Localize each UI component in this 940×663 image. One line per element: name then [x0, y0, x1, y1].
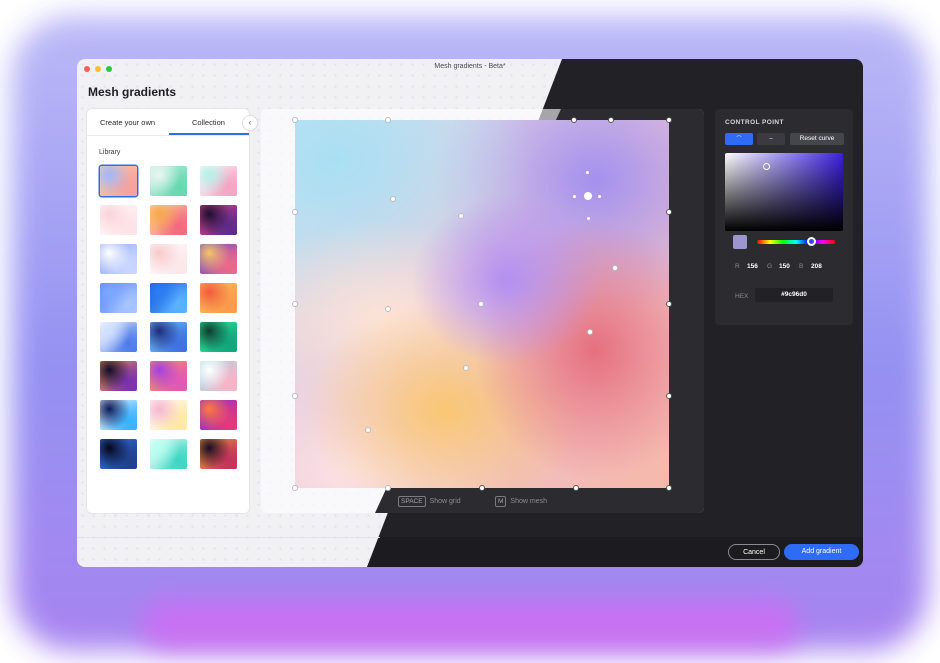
mesh-corner-handle[interactable] [666, 117, 672, 123]
cancel-button[interactable]: Cancel [728, 544, 780, 560]
mesh-control-point[interactable] [612, 265, 618, 271]
color-swatch [733, 235, 747, 249]
hue-slider[interactable] [757, 240, 835, 244]
gradient-thumbnail[interactable] [150, 283, 187, 313]
gradient-thumbnail[interactable] [200, 400, 237, 430]
green-label: G [767, 263, 773, 270]
app-window: Mesh gradients - Beta* Mesh gradients Cr… [77, 59, 863, 567]
gradient-thumbnail[interactable] [200, 322, 237, 352]
mesh-edge-handle[interactable] [666, 209, 672, 215]
mesh-corner-handle[interactable] [666, 485, 672, 491]
hex-input[interactable]: #9c96d0 [755, 288, 833, 302]
gradient-thumbnail[interactable] [100, 400, 137, 430]
hue-slider-knob[interactable] [807, 237, 816, 246]
mesh-edge-handle[interactable] [666, 393, 672, 399]
control-point-title: CONTROL POINT [725, 119, 784, 126]
mesh-edge-handle[interactable] [292, 301, 298, 307]
mesh-control-point[interactable] [385, 306, 391, 312]
tangent-handle[interactable] [598, 195, 601, 198]
gradient-thumbnail[interactable] [100, 283, 137, 313]
gradient-thumbnail-grid [100, 166, 240, 469]
gradient-thumbnail[interactable] [150, 400, 187, 430]
gradient-thumbnail[interactable] [200, 244, 237, 274]
gradient-thumbnail[interactable] [150, 439, 187, 469]
saturation-brightness-picker[interactable] [725, 153, 843, 231]
mesh-control-point[interactable] [478, 301, 484, 307]
tab-create-your-own[interactable]: Create your own [100, 118, 155, 127]
gradient-thumbnail[interactable] [100, 361, 137, 391]
hex-label: HEX [735, 293, 749, 300]
mesh-control-point[interactable] [587, 329, 593, 335]
window-title: Mesh gradients - Beta* [434, 63, 506, 70]
hint-label: Show mesh [510, 498, 547, 505]
selected-control-point[interactable] [584, 192, 592, 200]
mesh-edge-handle[interactable] [292, 209, 298, 215]
tab-collection[interactable]: Collection [192, 118, 225, 127]
bezier-mode-button[interactable]: ⌒ [725, 133, 753, 145]
mesh-edge-handle[interactable] [479, 485, 485, 491]
hint-show-mesh: M Show mesh [495, 496, 547, 507]
gradient-thumbnail[interactable] [150, 166, 187, 196]
gradient-thumbnail[interactable] [100, 322, 137, 352]
smooth-mode-button[interactable]: ∽ [757, 133, 785, 145]
smooth-mode-icon: ∽ [768, 136, 774, 142]
gradient-thumbnail[interactable] [150, 205, 187, 235]
gradient-thumbnail[interactable] [200, 283, 237, 313]
gradient-thumbnail[interactable] [200, 166, 237, 196]
mesh-control-point[interactable] [463, 365, 469, 371]
red-label: R [735, 263, 740, 270]
mesh-edge-handle[interactable] [573, 485, 579, 491]
blue-value-field[interactable]: 208 [811, 263, 831, 270]
gradient-thumbnail[interactable] [150, 322, 187, 352]
gradient-thumbnail[interactable] [100, 166, 137, 196]
mesh-corner-handle[interactable] [292, 117, 298, 123]
gradient-thumbnail[interactable] [150, 244, 187, 274]
m-key-badge: M [495, 496, 507, 507]
color-picker-cursor[interactable] [763, 163, 770, 170]
library-label: Library [99, 149, 121, 156]
mesh-edge-handle[interactable] [608, 117, 614, 123]
space-key-badge: SPACE [398, 496, 426, 507]
hint-show-grid: SPACE Show grid [398, 496, 461, 507]
tangent-handle[interactable] [586, 171, 589, 174]
gradient-thumbnail[interactable] [200, 361, 237, 391]
mesh-edge-handle[interactable] [385, 117, 391, 123]
mesh-corner-handle[interactable] [292, 485, 298, 491]
mesh-control-point[interactable] [458, 213, 464, 219]
gradient-thumbnail[interactable] [200, 205, 237, 235]
mesh-edge-handle[interactable] [292, 393, 298, 399]
background-glow-bottom [140, 600, 800, 650]
tangent-handle[interactable] [573, 195, 576, 198]
collapse-panel-button[interactable]: ‹ [243, 116, 257, 130]
gradient-library-panel: Create your own Collection ‹ Library [87, 109, 257, 513]
hint-label: Show grid [429, 498, 461, 505]
bezier-mode-icon: ⌒ [736, 136, 742, 142]
control-point-panel: CONTROL POINT ⌒ ∽ Reset curve R 156 G 15… [715, 109, 853, 325]
mesh-edge-handle[interactable] [666, 301, 672, 307]
green-value-field[interactable]: 150 [779, 263, 799, 270]
tab-bar: Create your own Collection [87, 109, 249, 136]
mesh-control-point[interactable] [390, 196, 396, 202]
mesh-control-point[interactable] [365, 427, 371, 433]
red-value-field[interactable]: 156 [747, 263, 767, 270]
reset-curve-button[interactable]: Reset curve [790, 133, 844, 145]
blue-label: B [799, 263, 804, 270]
gradient-thumbnail[interactable] [100, 244, 137, 274]
add-gradient-button[interactable]: Add gradient [784, 544, 859, 560]
active-tab-indicator [169, 133, 249, 135]
rgb-values: R 156 G 150 B 208 [735, 263, 831, 270]
tangent-handle[interactable] [587, 217, 590, 220]
gradient-thumbnail[interactable] [200, 439, 237, 469]
mesh-edge-handle[interactable] [385, 485, 391, 491]
gradient-thumbnail[interactable] [150, 361, 187, 391]
chevron-left-icon: ‹ [248, 117, 252, 127]
page-title: Mesh gradients [88, 85, 177, 99]
mesh-edge-handle[interactable] [571, 117, 577, 123]
gradient-thumbnail[interactable] [100, 205, 137, 235]
gradient-thumbnail[interactable] [100, 439, 137, 469]
